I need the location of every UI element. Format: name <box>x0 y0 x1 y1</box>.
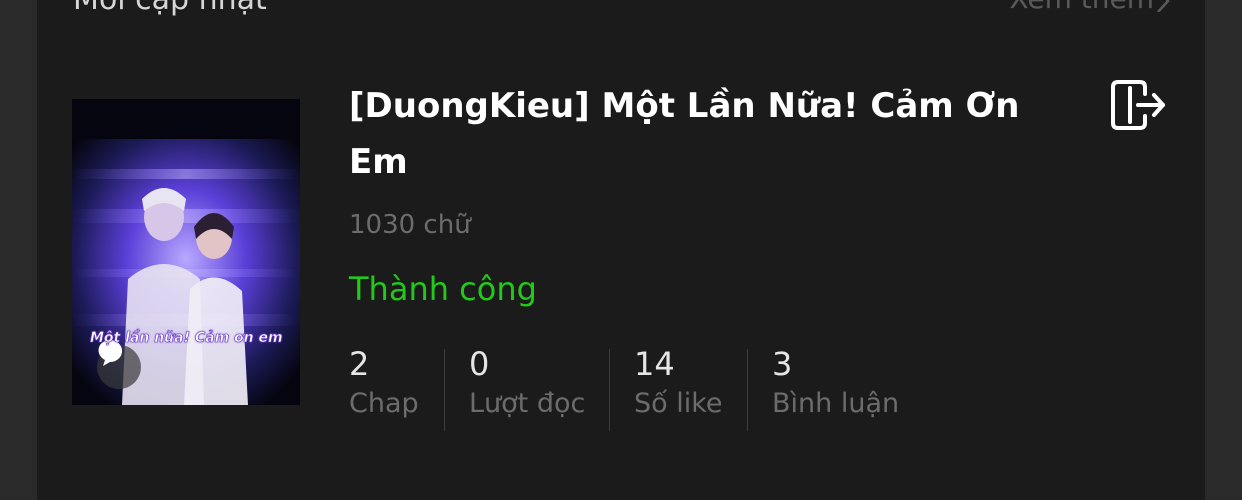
stat-label: Chap <box>349 388 419 419</box>
stat-divider <box>444 349 445 431</box>
status-text: Thành công <box>349 270 537 308</box>
story-title[interactable]: [DuongKieu] Một Lần Nữa! Cảm Ơn Em <box>349 78 1069 190</box>
stat-label: Số like <box>634 388 723 419</box>
section-title: Mới cập nhật <box>73 0 267 17</box>
story-cover-image[interactable]: Một lần nữa! Cảm ơn em <box>72 99 300 405</box>
stat-comments: 3 Bình luận <box>772 344 899 424</box>
stat-value: 2 <box>349 345 370 383</box>
word-count: 1030 chữ <box>349 210 471 240</box>
chevron-right-icon[interactable] <box>1152 0 1174 12</box>
stat-reads: 0 Lượt đọc <box>469 344 585 424</box>
stat-chapters: 2 Chap <box>349 344 419 424</box>
stat-likes: 14 Số like <box>634 344 723 424</box>
cover-caption: Một lần nữa! Cảm ơn em <box>90 330 283 347</box>
stat-divider <box>747 349 748 431</box>
stat-label: Bình luận <box>772 388 900 419</box>
stat-value: 3 <box>772 345 793 383</box>
stat-value: 14 <box>634 345 675 383</box>
stat-divider <box>609 349 610 431</box>
see-more-link[interactable]: Xem thêm <box>1009 0 1154 15</box>
stat-label: Lượt đọc <box>469 388 586 419</box>
cover-art <box>72 99 300 405</box>
stat-value: 0 <box>469 345 490 383</box>
export-icon[interactable] <box>1108 78 1166 132</box>
